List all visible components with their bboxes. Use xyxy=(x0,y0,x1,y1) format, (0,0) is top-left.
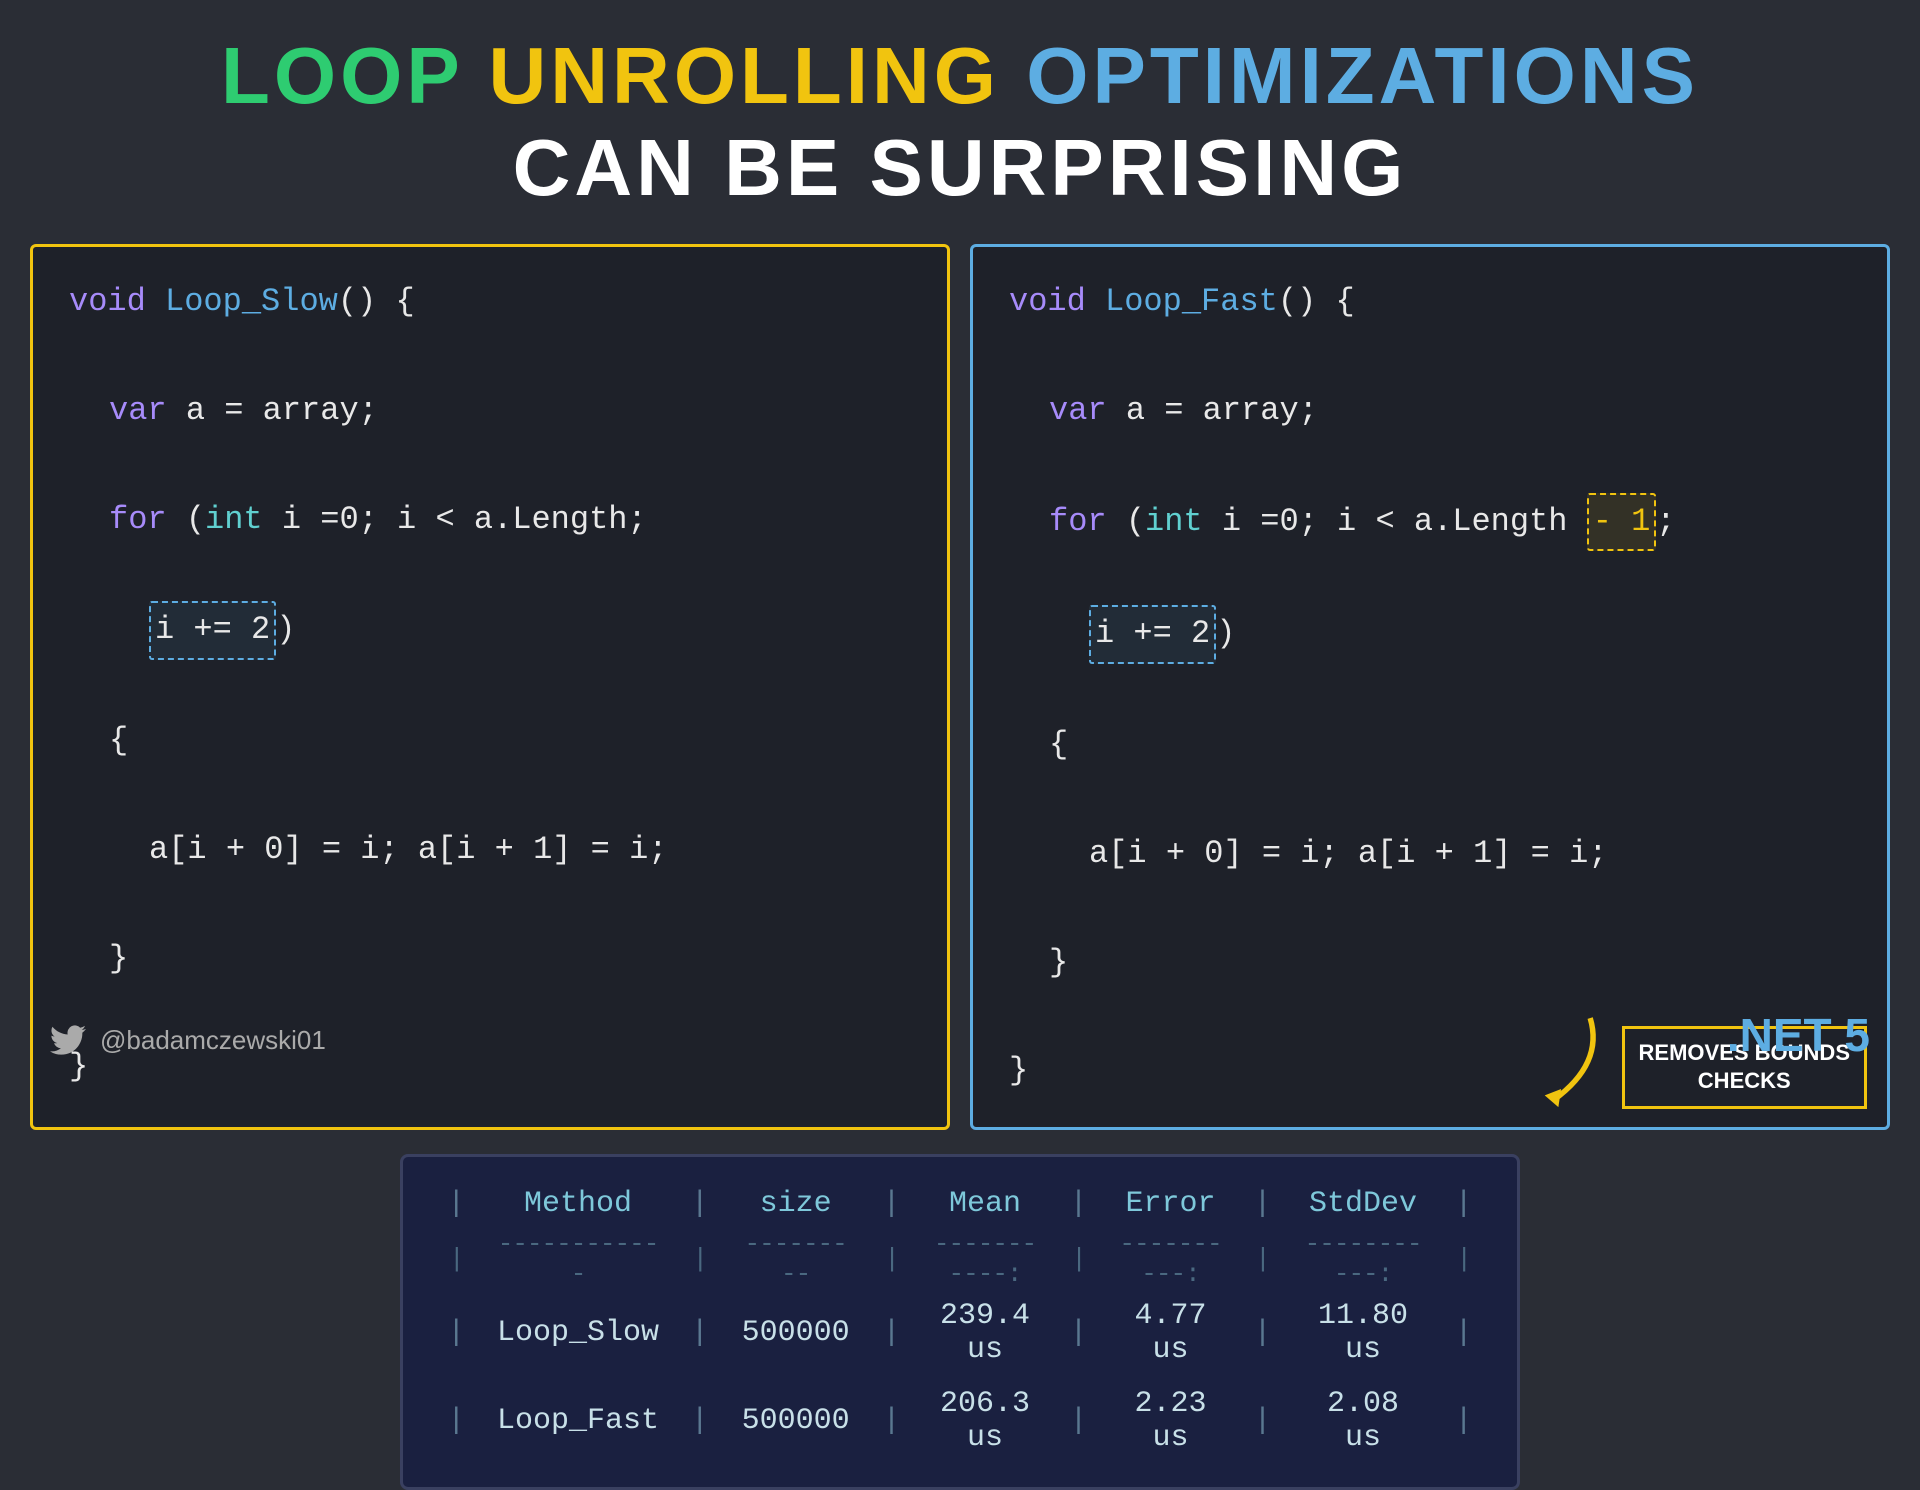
row-slow-size: 500000 xyxy=(723,1289,868,1377)
table-header-row: | Method | size | Mean | Error | StdDev … xyxy=(433,1179,1487,1229)
arrow-icon xyxy=(1532,1009,1612,1109)
pipe: | xyxy=(868,1377,915,1465)
row-fast-error: 2.23 us xyxy=(1102,1377,1239,1465)
sep5: -----------: xyxy=(1286,1229,1441,1289)
table-row-slow: | Loop_Slow | 500000 | 239.4 us | 4.77 u… xyxy=(433,1289,1487,1377)
row-fast-size: 500000 xyxy=(723,1377,868,1465)
sep1: ------------ xyxy=(480,1229,677,1289)
pipe: | xyxy=(868,1229,915,1289)
row-fast-mean: 206.3 us xyxy=(915,1377,1055,1465)
pipe: | xyxy=(868,1289,915,1377)
title-word-loop: LOOP xyxy=(221,31,462,120)
removes-bounds-line2: CHECKS xyxy=(1639,1067,1850,1096)
table-separator-row: | ------------ | --------- | -----------… xyxy=(433,1229,1487,1289)
pipe: | xyxy=(433,1179,480,1229)
title-word-optimizations: OPTIMIZATIONS xyxy=(1026,31,1699,120)
sep4: ----------: xyxy=(1102,1229,1239,1289)
code-panel-slow: void Loop_Slow() { var a = array; for (i… xyxy=(30,244,950,1130)
title-line2: CAN BE SURPRISING xyxy=(0,122,1920,214)
pipe: | xyxy=(1055,1179,1102,1229)
pipe: | xyxy=(676,1289,723,1377)
pipe: | xyxy=(1239,1229,1286,1289)
table-row-fast: | Loop_Fast | 500000 | 206.3 us | 2.23 u… xyxy=(433,1377,1487,1465)
col-stddev: StdDev xyxy=(1286,1179,1441,1229)
benchmark-table-container: | Method | size | Mean | Error | StdDev … xyxy=(400,1154,1520,1490)
col-method: Method xyxy=(480,1179,677,1229)
pipe: | xyxy=(433,1289,480,1377)
code-slow-text: void Loop_Slow() { var a = array; for (i… xyxy=(69,275,911,1095)
pipe: | xyxy=(676,1377,723,1465)
twitter-icon xyxy=(50,1022,86,1058)
col-mean: Mean xyxy=(915,1179,1055,1229)
pipe: | xyxy=(1440,1229,1487,1289)
row-slow-mean: 239.4 us xyxy=(915,1289,1055,1377)
benchmark-table: | Method | size | Mean | Error | StdDev … xyxy=(433,1179,1487,1465)
pipe: | xyxy=(868,1179,915,1229)
sep3: -----------: xyxy=(915,1229,1055,1289)
pipe: | xyxy=(1239,1179,1286,1229)
title-line1: LOOP UNROLLING OPTIMIZATIONS xyxy=(0,30,1920,122)
footer: @badamczewski01 xyxy=(50,1022,326,1058)
pipe: | xyxy=(1440,1179,1487,1229)
pipe: | xyxy=(1055,1289,1102,1377)
pipe: | xyxy=(433,1377,480,1465)
pipe: | xyxy=(1055,1229,1102,1289)
row-fast-stddev: 2.08 us xyxy=(1286,1377,1441,1465)
pipe: | xyxy=(1440,1377,1487,1465)
pipe: | xyxy=(433,1229,480,1289)
pipe: | xyxy=(676,1229,723,1289)
title-word-unrolling: UNROLLING xyxy=(489,31,1001,120)
code-fast-text: void Loop_Fast() { var a = array; for (i… xyxy=(1009,275,1851,1099)
pipe: | xyxy=(1239,1289,1286,1377)
pipe: | xyxy=(676,1179,723,1229)
sep2: --------- xyxy=(723,1229,868,1289)
row-slow-stddev: 11.80 us xyxy=(1286,1289,1441,1377)
title-area: LOOP UNROLLING OPTIMIZATIONS CAN BE SURP… xyxy=(0,0,1920,234)
twitter-handle: @badamczewski01 xyxy=(100,1025,326,1056)
row-fast-method: Loop_Fast xyxy=(480,1377,677,1465)
pipe: | xyxy=(1239,1377,1286,1465)
row-slow-method: Loop_Slow xyxy=(480,1289,677,1377)
col-error: Error xyxy=(1102,1179,1239,1229)
col-size: size xyxy=(723,1179,868,1229)
pipe: | xyxy=(1055,1377,1102,1465)
net5-label: .NET 5 xyxy=(1727,1008,1870,1062)
code-panel-fast: void Loop_Fast() { var a = array; for (i… xyxy=(970,244,1890,1130)
pipe: | xyxy=(1440,1289,1487,1377)
row-slow-error: 4.77 us xyxy=(1102,1289,1239,1377)
code-panels: void Loop_Slow() { var a = array; for (i… xyxy=(0,244,1920,1130)
